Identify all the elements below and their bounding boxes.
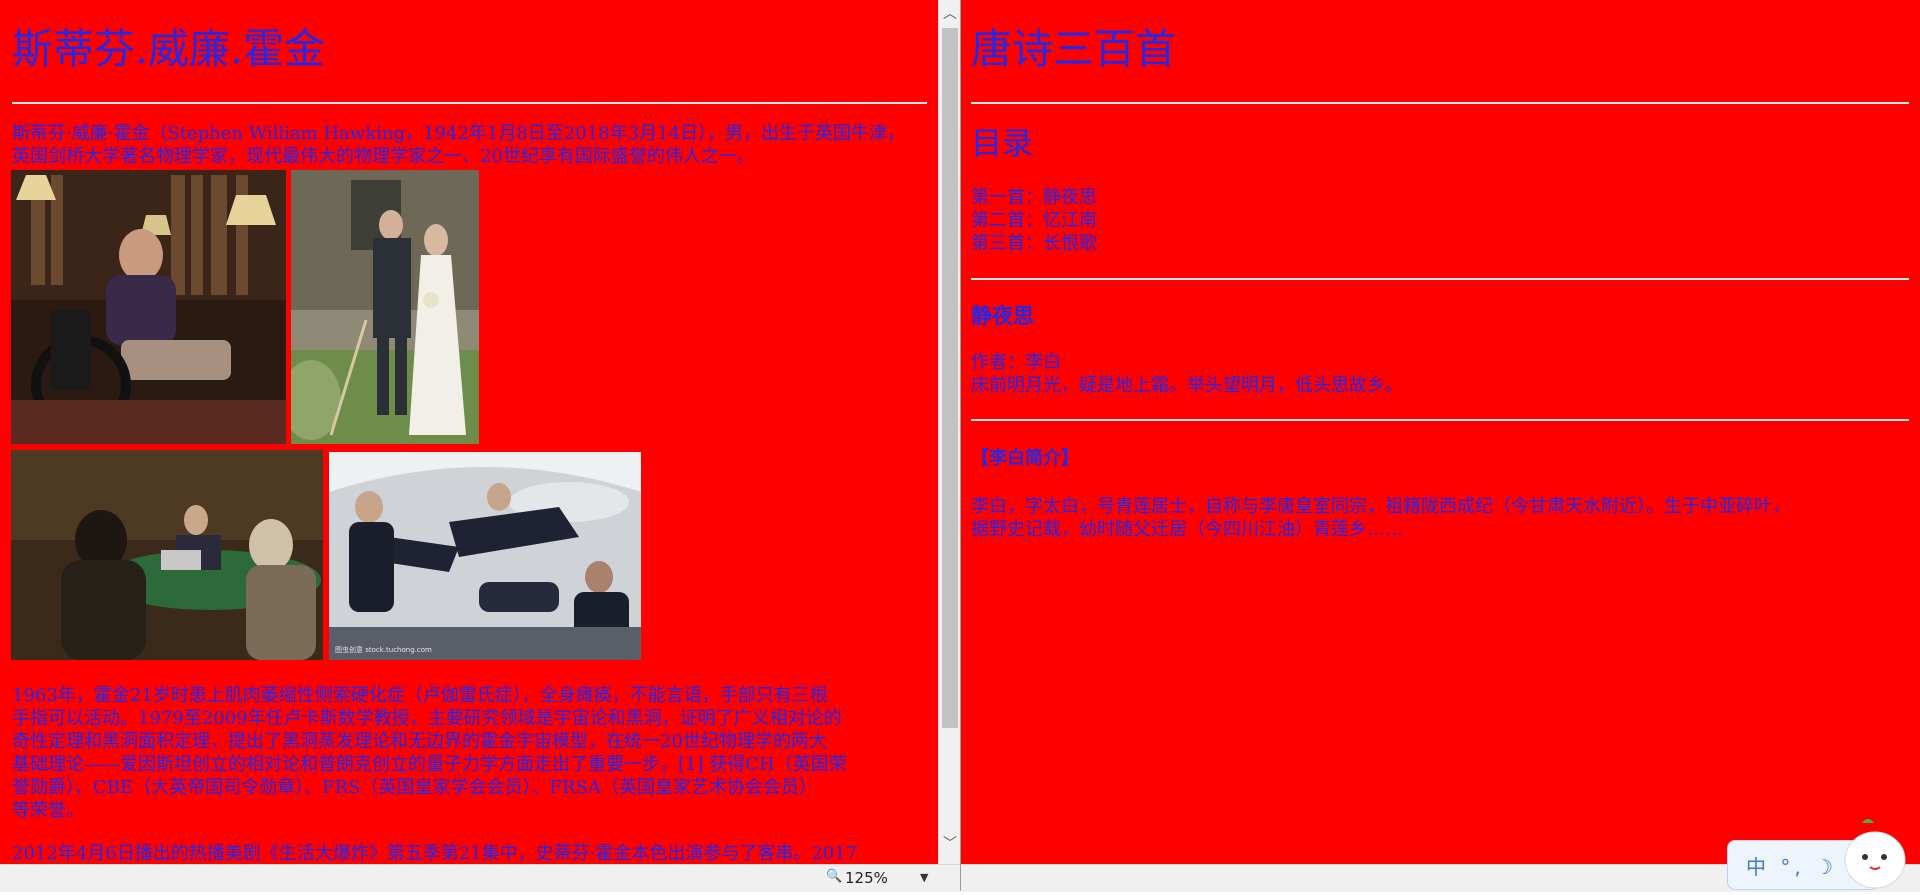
body-line-1: 1963年，霍金21岁时患上肌肉萎缩性侧索硬化症（卢伽雷氏症），全身瘫痪，不能言… [12, 685, 828, 706]
status-bar: 🔍 125% ▼ [0, 864, 960, 892]
right-document-pane[interactable]: 唐诗三百首 目录 第一首：静夜思 第二首：忆江南 第三首：长恨歌 静夜思 作者：… [961, 0, 1920, 864]
wedding-photo [291, 170, 479, 444]
zoom-dropdown-icon[interactable]: ▼ [920, 871, 928, 884]
poem-text: 床前明月光，疑是地上霜。举头望明月，低头思故乡。 [971, 375, 1403, 396]
intro-line-1: 斯蒂芬·威廉·霍金（Stephen William Hawking，1942年1… [12, 123, 905, 144]
scroll-thumb[interactable] [942, 28, 958, 728]
zoom-icon[interactable]: 🔍 [826, 869, 842, 884]
toc-item-3[interactable]: 第三首：长恨歌 [971, 233, 1097, 256]
hawking-library-photo [11, 170, 286, 444]
body-line-2: 手指可以活动。1979至2009年任卢卡斯数学教授，主要研究领域是宇宙论和黑洞，… [12, 708, 842, 729]
scroll-down-icon[interactable]: ﹀ [942, 834, 958, 854]
page-title: 斯蒂芬.威廉.霍金 [12, 25, 326, 73]
divider-rule [971, 278, 1909, 280]
body-last-line: 2012年4月6日播出的热播美剧《生活大爆炸》第五季第21集中，史蒂芬·霍金本色… [12, 843, 858, 864]
body-line-3: 奇性定理和黑洞面积定理，提出了黑洞蒸发理论和无边界的霍金宇宙模型，在统一20世纪… [12, 731, 827, 752]
right-page-title: 唐诗三百首 [971, 25, 1176, 73]
vertical-scrollbar[interactable]: ︿ ﹀ [938, 0, 961, 864]
intro-line-2: 英国剑桥大学著名物理学家，现代最伟大的物理学家之一、20世纪享有国际盛誉的伟人之… [12, 146, 755, 167]
toc-item-1[interactable]: 第一首：静夜思 [971, 187, 1097, 210]
bio-heading: 【李白简介】 [971, 448, 1079, 469]
left-document-pane[interactable]: 斯蒂芬.威廉.霍金 斯蒂芬·威廉·霍金（Stephen William Hawk… [0, 0, 938, 864]
divider-rule [971, 102, 1909, 104]
body-line-6: 等荣誉。 [12, 800, 84, 821]
toc-item-2[interactable]: 第二首：忆江南 [971, 210, 1097, 233]
toc-heading: 目录 [971, 126, 1033, 162]
poker-game-photo [11, 450, 323, 660]
divider-rule [12, 102, 927, 104]
photo-watermark: 图虫创意 stock.tuchong.com [335, 645, 432, 654]
bio-line-2: 据野史记载，幼时随父迁居（今四川江油）青莲乡…… [971, 519, 1403, 540]
bio-line-1: 李白，字太白，号青莲居士，自称与李唐皇室同宗，祖籍陇西成纪（今甘肃天水附近）。生… [971, 496, 1790, 517]
divider-rule [971, 419, 1909, 421]
poem-author: 作者：李白 [971, 352, 1061, 373]
body-line-4: 基础理论——爱因斯坦创立的相对论和普朗克创立的量子力学方面走出了重要一步。[1]… [12, 754, 847, 775]
zero-gravity-photo: 图虫创意 stock.tuchong.com [329, 452, 641, 660]
ime-mascot-icon [1840, 815, 1910, 895]
scroll-up-icon[interactable]: ︿ [942, 4, 958, 24]
body-line-5: 誉勋爵）、CBE（大英帝国司令勋章）、FRS（英国皇家学会会员）、FRSA（英国… [12, 777, 817, 798]
zoom-level[interactable]: 125% [845, 869, 888, 887]
poem-title: 静夜思 [971, 303, 1034, 328]
